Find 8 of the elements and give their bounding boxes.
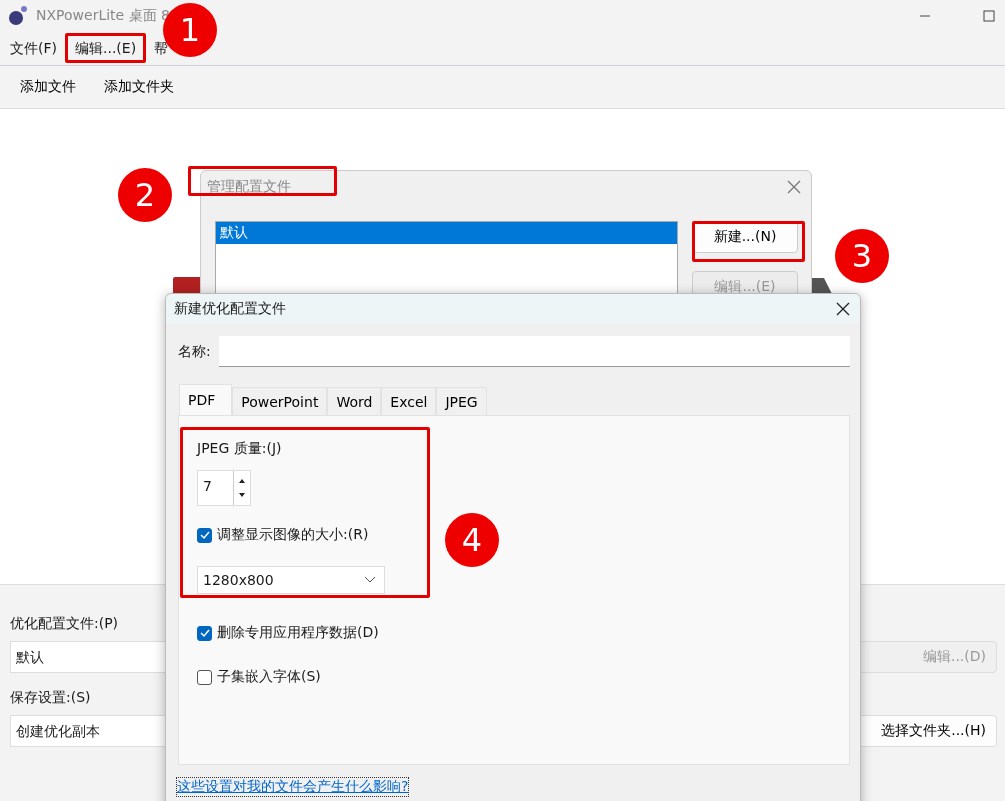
name-label: 名称: (178, 342, 211, 361)
checkbox-label: 删除专用应用程序数据(D) (217, 624, 379, 642)
quality-label: JPEG 质量:(J) (197, 440, 282, 458)
dialog-title: 管理配置文件 (207, 178, 291, 196)
dialog-title: 新建优化配置文件 (174, 299, 286, 318)
profile-label: 优化配置文件:(P) (10, 615, 119, 633)
save-settings-label: 保存设置:(S) (10, 689, 91, 707)
checkbox-label: 调整显示图像的大小:(R) (217, 526, 369, 544)
